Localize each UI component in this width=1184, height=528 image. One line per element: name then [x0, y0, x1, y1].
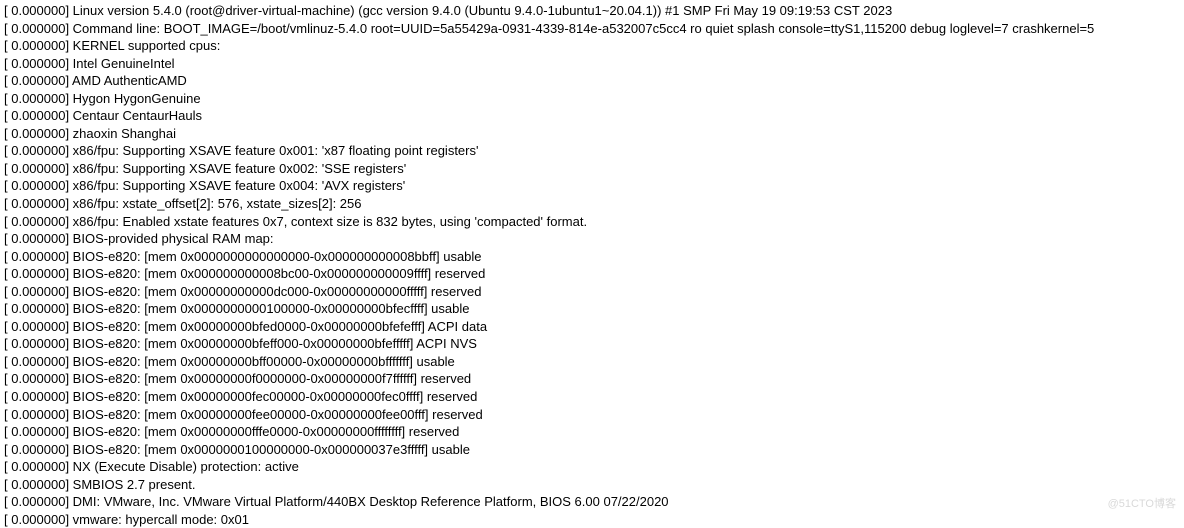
- log-line: [ 0.000000] BIOS-e820: [mem 0x0000000100…: [4, 441, 1180, 459]
- dmesg-log-output: [ 0.000000] Linux version 5.4.0 (root@dr…: [4, 2, 1180, 528]
- log-line: [ 0.000000] SMBIOS 2.7 present.: [4, 476, 1180, 494]
- log-line: [ 0.000000] x86/fpu: xstate_offset[2]: 5…: [4, 195, 1180, 213]
- log-line: [ 0.000000] DMI: VMware, Inc. VMware Vir…: [4, 493, 1180, 511]
- log-line: [ 0.000000] BIOS-e820: [mem 0x00000000bf…: [4, 318, 1180, 336]
- log-line: [ 0.000000] x86/fpu: Supporting XSAVE fe…: [4, 177, 1180, 195]
- log-line: [ 0.000000] BIOS-e820: [mem 0x00000000fe…: [4, 406, 1180, 424]
- log-line: [ 0.000000] x86/fpu: Supporting XSAVE fe…: [4, 160, 1180, 178]
- log-line: [ 0.000000] BIOS-e820: [mem 0x0000000000…: [4, 265, 1180, 283]
- log-line: [ 0.000000] AMD AuthenticAMD: [4, 72, 1180, 90]
- log-line: [ 0.000000] BIOS-e820: [mem 0x00000000fe…: [4, 388, 1180, 406]
- log-line: [ 0.000000] Command line: BOOT_IMAGE=/bo…: [4, 20, 1180, 38]
- log-line: [ 0.000000] BIOS-e820: [mem 0x0000000000…: [4, 248, 1180, 266]
- log-line: [ 0.000000] x86/fpu: Enabled xstate feat…: [4, 213, 1180, 231]
- log-line: [ 0.000000] Linux version 5.4.0 (root@dr…: [4, 2, 1180, 20]
- log-line: [ 0.000000] KERNEL supported cpus:: [4, 37, 1180, 55]
- log-line: [ 0.000000] Centaur CentaurHauls: [4, 107, 1180, 125]
- log-line: [ 0.000000] BIOS-e820: [mem 0x00000000bf…: [4, 335, 1180, 353]
- log-line: [ 0.000000] BIOS-provided physical RAM m…: [4, 230, 1180, 248]
- log-line: [ 0.000000] BIOS-e820: [mem 0x00000000bf…: [4, 353, 1180, 371]
- log-line: [ 0.000000] NX (Execute Disable) protect…: [4, 458, 1180, 476]
- log-line: [ 0.000000] x86/fpu: Supporting XSAVE fe…: [4, 142, 1180, 160]
- log-line: [ 0.000000] zhaoxin Shanghai: [4, 125, 1180, 143]
- log-line: [ 0.000000] BIOS-e820: [mem 0x0000000000…: [4, 283, 1180, 301]
- log-line: [ 0.000000] BIOS-e820: [mem 0x00000000ff…: [4, 423, 1180, 441]
- log-line: [ 0.000000] BIOS-e820: [mem 0x00000000f0…: [4, 370, 1180, 388]
- log-line: [ 0.000000] vmware: hypercall mode: 0x01: [4, 511, 1180, 528]
- log-line: [ 0.000000] BIOS-e820: [mem 0x0000000000…: [4, 300, 1180, 318]
- log-line: [ 0.000000] Intel GenuineIntel: [4, 55, 1180, 73]
- log-line: [ 0.000000] Hygon HygonGenuine: [4, 90, 1180, 108]
